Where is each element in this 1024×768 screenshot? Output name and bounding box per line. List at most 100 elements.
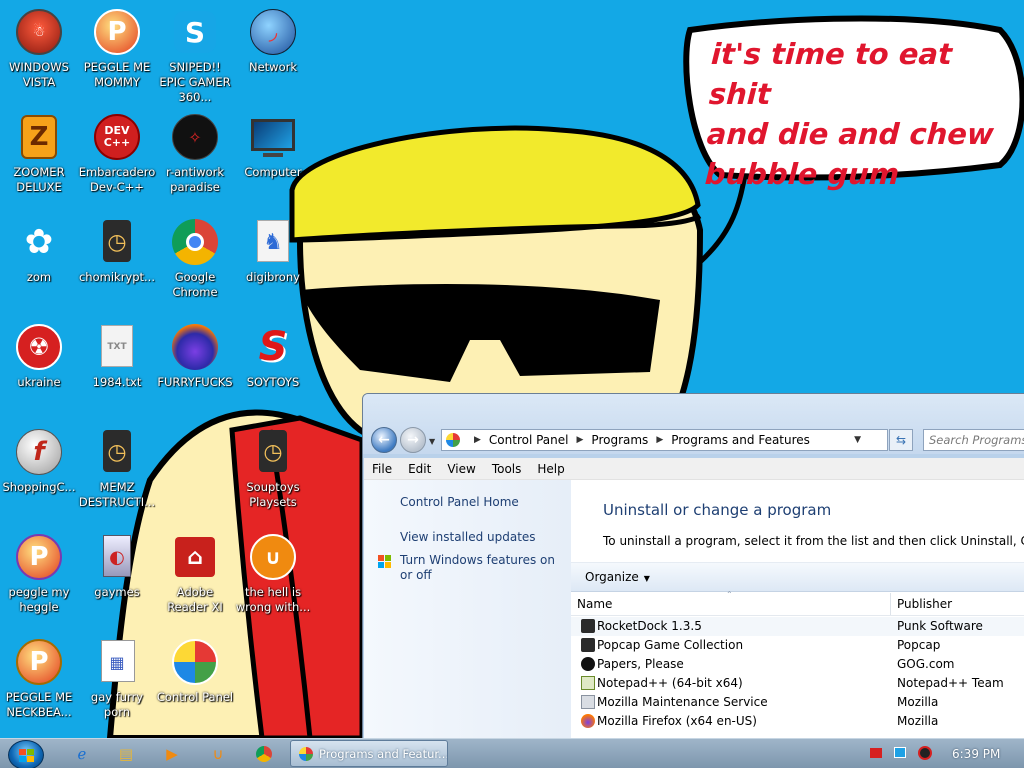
- desktop-icon-label: WINDOWS VISTA: [9, 60, 69, 89]
- desktop-icon-digibrony[interactable]: ♞ digibrony: [234, 218, 312, 285]
- breadcrumb-control-panel[interactable]: Control Panel: [489, 433, 569, 447]
- taskbar-programs-and-features[interactable]: Programs and Featur...: [290, 740, 448, 767]
- content-pane: Uninstall or change a program To uninsta…: [571, 480, 1024, 738]
- desktop-icon-label: digibrony: [246, 270, 300, 284]
- desktop-icon-windows-vista[interactable]: ☃ WINDOWS VISTA: [0, 8, 78, 90]
- desktop-icon-label: SOYTOYS: [246, 375, 300, 389]
- desktop-icon-gay-furry-porn[interactable]: ▦ gay furry porn: [78, 638, 156, 720]
- flag-icon[interactable]: [870, 748, 882, 758]
- chevron-down-icon: ▼: [643, 574, 650, 583]
- desktop-icon-computer[interactable]: Computer: [234, 113, 312, 180]
- desktop-icon-ukraine[interactable]: ☢ ukraine: [0, 323, 78, 390]
- desktop-icon-label: 1984.txt: [92, 375, 142, 389]
- desktop-icon-soytoys[interactable]: S SOYTOYS: [234, 323, 312, 390]
- desktop-icon-label: Google Chrome: [172, 270, 218, 299]
- breadcrumb-programs[interactable]: Programs: [591, 433, 648, 447]
- program-publisher: Notepad++ Team: [897, 676, 1004, 690]
- search-input[interactable]: Search Programs and Features: [923, 429, 1024, 451]
- desktop-icon-label: Network: [248, 60, 298, 74]
- control-panel-icon: [299, 747, 313, 761]
- program-name: Notepad++ (64-bit x64): [597, 676, 743, 690]
- internet-explorer-icon[interactable]: ℯ: [64, 742, 100, 766]
- page-title: Uninstall or change a program: [603, 501, 832, 519]
- desktop-icon-control-panel[interactable]: Control Panel: [156, 638, 234, 705]
- breadcrumb-programs-and-features[interactable]: Programs and Features: [671, 433, 810, 447]
- media-player-icon[interactable]: ▶: [154, 742, 190, 766]
- column-header-publisher[interactable]: Publisher: [897, 597, 952, 611]
- desktop-icon-gaymes[interactable]: ◐ gaymes: [78, 533, 156, 600]
- desktop-icon-zom[interactable]: ✿ zom: [0, 218, 78, 285]
- menu-tools[interactable]: Tools: [484, 462, 530, 476]
- control-panel-icon: [446, 433, 460, 447]
- desktop-icon-label: PEGGLE ME NECKBEA...: [5, 690, 73, 719]
- forward-button[interactable]: →: [400, 427, 426, 453]
- clock[interactable]: 6:39 PM: [952, 747, 1000, 761]
- volume-icon[interactable]: [918, 746, 932, 760]
- start-button[interactable]: [8, 740, 44, 768]
- desktop-icon-label: peggle my heggle: [8, 585, 70, 614]
- desktop-icon-souptoys-playsets[interactable]: ◷ Souptoys Playsets: [234, 428, 312, 510]
- file-explorer-icon[interactable]: ▤: [108, 742, 144, 766]
- program-publisher: Mozilla: [897, 714, 939, 728]
- refresh-button[interactable]: ⇆: [889, 429, 913, 451]
- desktop-icon-chomikrypt[interactable]: ◷ chomikrypt...: [78, 218, 156, 285]
- menu-view[interactable]: View: [439, 462, 483, 476]
- address-bar[interactable]: ▶ Control Panel ▶ Programs ▶ Programs an…: [441, 429, 888, 451]
- desktop-icon-peggle-my-heggle[interactable]: P peggle my heggle: [0, 533, 78, 615]
- desktop-icon-label: Adobe Reader XI: [167, 585, 223, 614]
- desktop-icon-1984-txt[interactable]: TXT 1984.txt: [78, 323, 156, 390]
- desktop-icon-peggle-me-neckbeard[interactable]: P PEGGLE ME NECKBEA...: [0, 638, 78, 720]
- recent-pages-button[interactable]: ▼: [429, 437, 435, 446]
- desktop-icon-sniped[interactable]: S SNIPED!! EPIC GAMER 360...: [156, 8, 234, 105]
- breadcrumb-chevron-icon: ▶: [474, 435, 481, 445]
- desktop-icon-label: gaymes: [94, 585, 140, 599]
- windows-features-link[interactable]: Turn Windows features on or off: [400, 553, 565, 583]
- programs-and-features-window[interactable]: ← → ▼ ▶ Control Panel ▶ Programs ▶ Progr…: [362, 393, 1024, 738]
- program-name: Mozilla Firefox (x64 en-US): [597, 714, 757, 728]
- breadcrumb-chevron-icon: ▶: [656, 435, 664, 445]
- command-bar: Organize ▼: [571, 562, 1024, 592]
- program-publisher: Mozilla: [897, 695, 939, 709]
- desktop-icon-network[interactable]: ◞ Network: [234, 8, 312, 75]
- address-dropdown-icon[interactable]: ▼: [854, 435, 861, 445]
- menu-edit[interactable]: Edit: [400, 462, 439, 476]
- column-header-name[interactable]: Name: [577, 597, 612, 611]
- program-row[interactable]: Mozilla Firefox (x64 en-US) Mozilla: [571, 712, 1024, 731]
- program-row[interactable]: Mozilla Maintenance Service Mozilla: [571, 693, 1024, 712]
- program-row[interactable]: Notepad++ (64-bit x64) Notepad++ Team: [571, 674, 1024, 693]
- program-row[interactable]: Papers, Please GOG.com: [571, 655, 1024, 674]
- desktop-icon-google-chrome[interactable]: Google Chrome: [156, 218, 234, 300]
- desktop-icon-zoomer-deluxe[interactable]: Z ZOOMER DELUXE: [0, 113, 78, 195]
- view-installed-updates-link[interactable]: View installed updates: [400, 530, 536, 545]
- desktop-icon-furryfucks[interactable]: FURRYFUCKS: [156, 323, 234, 390]
- papers-please-icon: [581, 657, 595, 671]
- program-row[interactable]: RocketDock 1.3.5 Punk Software: [571, 617, 1024, 636]
- program-name: Papers, Please: [597, 657, 684, 671]
- firefox-icon: [581, 714, 595, 728]
- program-row[interactable]: Popcap Game Collection Popcap: [571, 636, 1024, 655]
- column-divider[interactable]: [890, 593, 891, 615]
- desktop-icon-dev-cpp[interactable]: DEV C++ Embarcadero Dev-C++: [78, 113, 156, 195]
- menu-file[interactable]: File: [364, 462, 400, 476]
- desktop-icon-peggle-me-mommy[interactable]: P PEGGLE ME MOMMY: [78, 8, 156, 90]
- back-button[interactable]: ←: [371, 427, 397, 453]
- breadcrumb-chevron-icon: ▶: [576, 435, 584, 445]
- control-panel-home-link[interactable]: Control Panel Home: [400, 495, 519, 510]
- menu-help[interactable]: Help: [529, 462, 572, 476]
- organize-button[interactable]: Organize ▼: [585, 570, 650, 584]
- desktop-icon-r-antiwork-paradise[interactable]: ✧ r-antiwork paradise: [156, 113, 234, 195]
- chrome-logo-icon: [256, 746, 272, 762]
- uc-browser-icon[interactable]: ∪: [200, 742, 236, 766]
- desktop-icon-shopping[interactable]: f ShoppingC...: [0, 428, 78, 495]
- desktop-icon-adobe-reader[interactable]: ⌂ Adobe Reader XI: [156, 533, 234, 615]
- desktop-icon-the-hell-is-wrong[interactable]: ∪ the hell is wrong with...: [234, 533, 312, 615]
- desktop-icon-label: Embarcadero Dev-C++: [78, 165, 156, 194]
- mozilla-maintenance-icon: [581, 695, 595, 709]
- desktop-icon-memz-destructive[interactable]: ◷ MEMZ DESTRUCTI...: [78, 428, 156, 510]
- windows-shield-icon: [378, 555, 391, 568]
- taskbar: ℯ ▤ ▶ ∪ Programs and Featur... 6:39 PM: [0, 738, 1024, 768]
- desktop-icon-label: chomikrypt...: [78, 270, 155, 284]
- sort-indicator-icon: ⌃: [726, 590, 733, 599]
- chrome-icon[interactable]: [246, 742, 282, 766]
- display-icon[interactable]: [894, 747, 906, 758]
